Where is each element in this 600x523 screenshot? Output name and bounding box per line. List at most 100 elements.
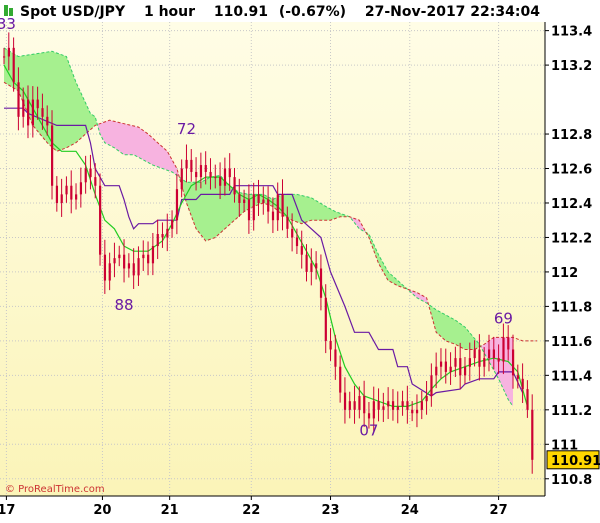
candle-body (295, 237, 299, 247)
candle-body (348, 401, 351, 410)
price-annotation-label: 88 (114, 296, 133, 314)
candle-body (36, 99, 39, 109)
candle-body (305, 254, 308, 272)
price-annotation-label: 72 (177, 120, 196, 138)
candle-body (315, 263, 318, 269)
candle-body (267, 199, 270, 212)
instrument-name: Spot USD/JPY (20, 4, 126, 20)
candle-body (415, 409, 419, 414)
candle-body (449, 366, 452, 372)
candle-body (497, 358, 500, 362)
current-price-value: 110.91 (551, 454, 600, 469)
candle-body (339, 366, 342, 393)
candle-body (12, 47, 15, 83)
candle-body (103, 254, 107, 281)
y-tick-label: 112.2 (551, 231, 592, 246)
candle-body (214, 177, 217, 179)
y-tick-label: 113.4 (551, 25, 592, 40)
candle-body (319, 268, 323, 298)
candle-body (51, 125, 54, 186)
candle-body (478, 349, 481, 367)
candle-body (521, 378, 524, 390)
candle-body (113, 258, 116, 264)
candle-body (94, 177, 97, 186)
candle-body (166, 228, 169, 238)
candle-body (257, 194, 260, 203)
candle-body (41, 108, 44, 117)
x-tick-label: 24 (401, 503, 419, 518)
last-price: 110.91 (214, 4, 268, 20)
candle-body (195, 171, 198, 178)
candle-body (190, 159, 193, 172)
candle-body (233, 177, 236, 195)
candle-body (444, 361, 447, 372)
x-tick-label: 20 (93, 503, 111, 518)
x-tick-label: 27 (490, 503, 508, 518)
candle-body (180, 168, 183, 190)
candle-body (127, 263, 131, 269)
candle-body (75, 194, 78, 200)
timeframe: 1 hour (144, 4, 195, 20)
y-tick-label: 112 (551, 266, 578, 281)
candle-body (439, 361, 443, 367)
candle-body (310, 263, 313, 272)
candle-body (123, 254, 126, 269)
candle-body (171, 220, 174, 229)
candle-body (468, 358, 471, 367)
candle-body (31, 99, 35, 126)
candle-body (367, 413, 371, 419)
candle-body (247, 199, 251, 221)
candle-body (70, 185, 73, 200)
x-tick-label: 17 (0, 503, 15, 518)
candle-body (353, 401, 356, 410)
candle-body (387, 401, 390, 407)
candle-body (22, 99, 25, 117)
candle-body (329, 340, 332, 350)
candle-body (463, 366, 467, 376)
y-tick-label: 113.2 (551, 59, 592, 74)
candle-body (7, 47, 11, 57)
candle-body (3, 56, 6, 58)
candle-body (396, 406, 399, 410)
candle-body (84, 168, 87, 183)
candle-body (118, 254, 121, 259)
candle-body (454, 358, 457, 367)
current-price-label: 110.91 (546, 450, 600, 470)
header: Spot USD/JPY 1 hour 110.91 (-0.67%) 27-N… (0, 0, 600, 22)
y-tick-label: 111.2 (551, 404, 592, 419)
y-tick-label: 111.4 (551, 369, 592, 384)
svg-text:Spot USD/JPY 1 hour: Spot USD/JPY 1 hour 110.91 (-0.67%) 27-N… (20, 4, 540, 20)
candle-body (526, 389, 529, 410)
candle-body (430, 375, 433, 397)
candle-body (425, 396, 428, 402)
candle-body (262, 199, 265, 203)
candle-body (372, 401, 375, 419)
candle-body (99, 185, 102, 255)
candle-body (89, 168, 92, 178)
candle-body (132, 263, 135, 276)
candle-body (487, 349, 491, 359)
candle-body (243, 199, 246, 203)
candle-body (511, 349, 515, 376)
candle-body (507, 337, 510, 350)
candle-body (175, 189, 179, 221)
candle-body (286, 216, 289, 229)
candle-body (334, 349, 337, 367)
candle-body (324, 297, 327, 341)
y-tick-label: 112.6 (551, 163, 592, 178)
candle-body (137, 258, 140, 276)
candle-body (391, 401, 395, 410)
candle-body (300, 246, 303, 255)
ichimoku-chart[interactable]: Spot USD/JPY 1 hour 110.91 (-0.67%) 27-N… (0, 0, 600, 519)
price-annotation-label: 07 (359, 422, 378, 440)
candle-body (142, 254, 145, 259)
candle-body (65, 185, 68, 195)
y-axis-background (546, 22, 600, 496)
candle-body (492, 349, 495, 359)
candle-body (219, 177, 222, 186)
candle-body (411, 409, 414, 414)
chart-root: Spot USD/JPY 1 hour 110.91 (-0.67%) 27-N… (0, 0, 600, 519)
x-tick-label: 21 (161, 503, 179, 518)
candle-body (161, 234, 164, 238)
candle-body (156, 234, 159, 247)
